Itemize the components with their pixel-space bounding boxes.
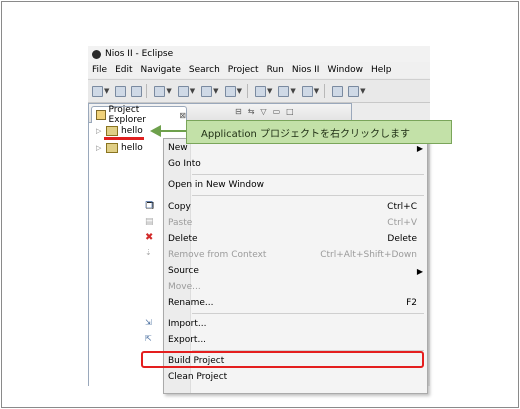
menu-nios-ii[interactable]: Nios II [288, 65, 324, 75]
panel-controls: ⊟ ⇆ ▽ ▭ □ [235, 107, 294, 116]
chevron-down-icon[interactable]: ▼ [190, 87, 195, 95]
tree-item-label: hello [121, 143, 143, 153]
collapse-all-icon[interactable]: ⊟ [235, 107, 242, 116]
menu-file[interactable]: File [88, 65, 111, 75]
new-wizard-icon[interactable] [92, 85, 103, 97]
chevron-down-icon[interactable]: ▼ [314, 87, 319, 95]
menu-navigate[interactable]: Navigate [137, 65, 185, 75]
refresh-icon[interactable] [224, 85, 236, 97]
tree-item-hello-app[interactable]: ▷ hello [96, 124, 143, 138]
menu-window[interactable]: Window [323, 65, 367, 75]
open-folder-icon[interactable] [332, 85, 344, 97]
external-tools-icon[interactable] [301, 85, 313, 97]
maximize-icon[interactable]: □ [286, 107, 294, 116]
debug-icon[interactable] [254, 85, 266, 97]
menu-help[interactable]: Help [367, 65, 396, 75]
import-icon: ⇲ [145, 318, 152, 327]
print-icon[interactable] [131, 85, 143, 97]
selected-item-underline [104, 137, 144, 140]
tree-item-label: hello [121, 126, 143, 136]
menu-separator [192, 174, 424, 175]
toolbar-separator [246, 84, 248, 98]
open-type-icon[interactable] [154, 85, 166, 97]
paste-icon: ▤ [145, 217, 154, 227]
menu-separator [192, 195, 424, 196]
export-icon: ⇱ [145, 334, 152, 343]
save-icon[interactable] [115, 85, 127, 97]
window-title: Nios II - Eclipse [105, 49, 174, 59]
toolbar-separator [324, 84, 326, 98]
menu-edit[interactable]: Edit [111, 65, 136, 75]
menu-separator [192, 313, 424, 314]
delete-icon: ✖ [145, 232, 154, 243]
view-menu-icon[interactable]: ▽ [260, 107, 266, 116]
pen-icon[interactable] [348, 85, 360, 97]
title-bar: Nios II - Eclipse [88, 46, 430, 62]
toolbar: ▼ ▼ ▼ ▼ ▼ ▼ ▼ ▼ ▼ [88, 79, 430, 103]
menu-item-import[interactable]: Import... [164, 316, 427, 332]
tab-project-explorer[interactable]: Project Explorer ⊠ [91, 105, 187, 125]
new-class-icon[interactable] [201, 85, 213, 97]
chevron-down-icon[interactable]: ▼ [166, 87, 171, 95]
remove-context-icon: ⇣ [145, 248, 152, 257]
menu-item-delete[interactable]: Delete Delete [164, 231, 427, 247]
menu-search[interactable]: Search [185, 65, 224, 75]
run-icon[interactable] [278, 85, 290, 97]
chevron-down-icon[interactable]: ▼ [360, 87, 365, 95]
chevron-down-icon[interactable]: ▼ [290, 87, 295, 95]
menu-item-copy[interactable]: Copy ❐ Ctrl+C [146, 199, 427, 215]
project-explorer-icon [96, 110, 106, 120]
callout-text: Application プロジェクトを右クリックします [201, 128, 411, 140]
menu-item-source[interactable]: Source ▶ [164, 263, 427, 279]
menu-bar: File Edit Navigate Search Project Run Ni… [88, 62, 430, 78]
chevron-down-icon[interactable]: ▼ [237, 87, 242, 95]
menu-item-move: Move... [168, 282, 201, 292]
build-project-highlight [141, 351, 424, 368]
project-folder-icon [106, 143, 118, 153]
chevron-down-icon[interactable]: ▼ [213, 87, 218, 95]
menu-item-remove-context: Remove from Context Ctrl+Alt+Shift+Down [168, 250, 417, 260]
menu-item-open-new-window[interactable]: Open in New Window [164, 177, 427, 193]
menu-run[interactable]: Run [263, 65, 288, 75]
expand-arrow-icon[interactable]: ▷ [96, 144, 106, 152]
eclipse-logo-icon [92, 49, 101, 59]
menu-item-rename[interactable]: Rename... F2 [164, 295, 427, 311]
instruction-callout: Application プロジェクトを右クリックします [186, 120, 452, 144]
callout-arrow-line [160, 130, 186, 132]
new-folder-icon[interactable] [177, 85, 189, 97]
menu-item-export[interactable]: Export... [164, 332, 427, 348]
link-editor-icon[interactable]: ⇆ [248, 107, 255, 116]
close-icon[interactable]: ⊠ [179, 111, 186, 120]
menu-item-go-into[interactable]: Go Into [164, 156, 427, 172]
menu-project[interactable]: Project [224, 65, 263, 75]
submenu-arrow-icon: ▶ [416, 266, 423, 276]
project-folder-icon [106, 126, 118, 136]
tree-item-hello-bsp[interactable]: ▷ hello [96, 141, 143, 155]
minimize-icon[interactable]: ▭ [273, 107, 281, 116]
expand-arrow-icon[interactable]: ▷ [96, 127, 106, 135]
callout-arrow-head-icon [150, 125, 161, 137]
chevron-down-icon[interactable]: ▼ [104, 87, 109, 95]
toolbar-separator [146, 84, 148, 98]
tab-label: Project Explorer [108, 105, 146, 125]
copy-icon: ❐ [145, 201, 154, 211]
menu-item-clean-project[interactable]: Clean Project [164, 369, 427, 385]
chevron-down-icon[interactable]: ▼ [267, 87, 272, 95]
menu-item-paste: Paste Ctrl+V [168, 218, 417, 228]
submenu-arrow-icon: ▶ [416, 143, 423, 153]
